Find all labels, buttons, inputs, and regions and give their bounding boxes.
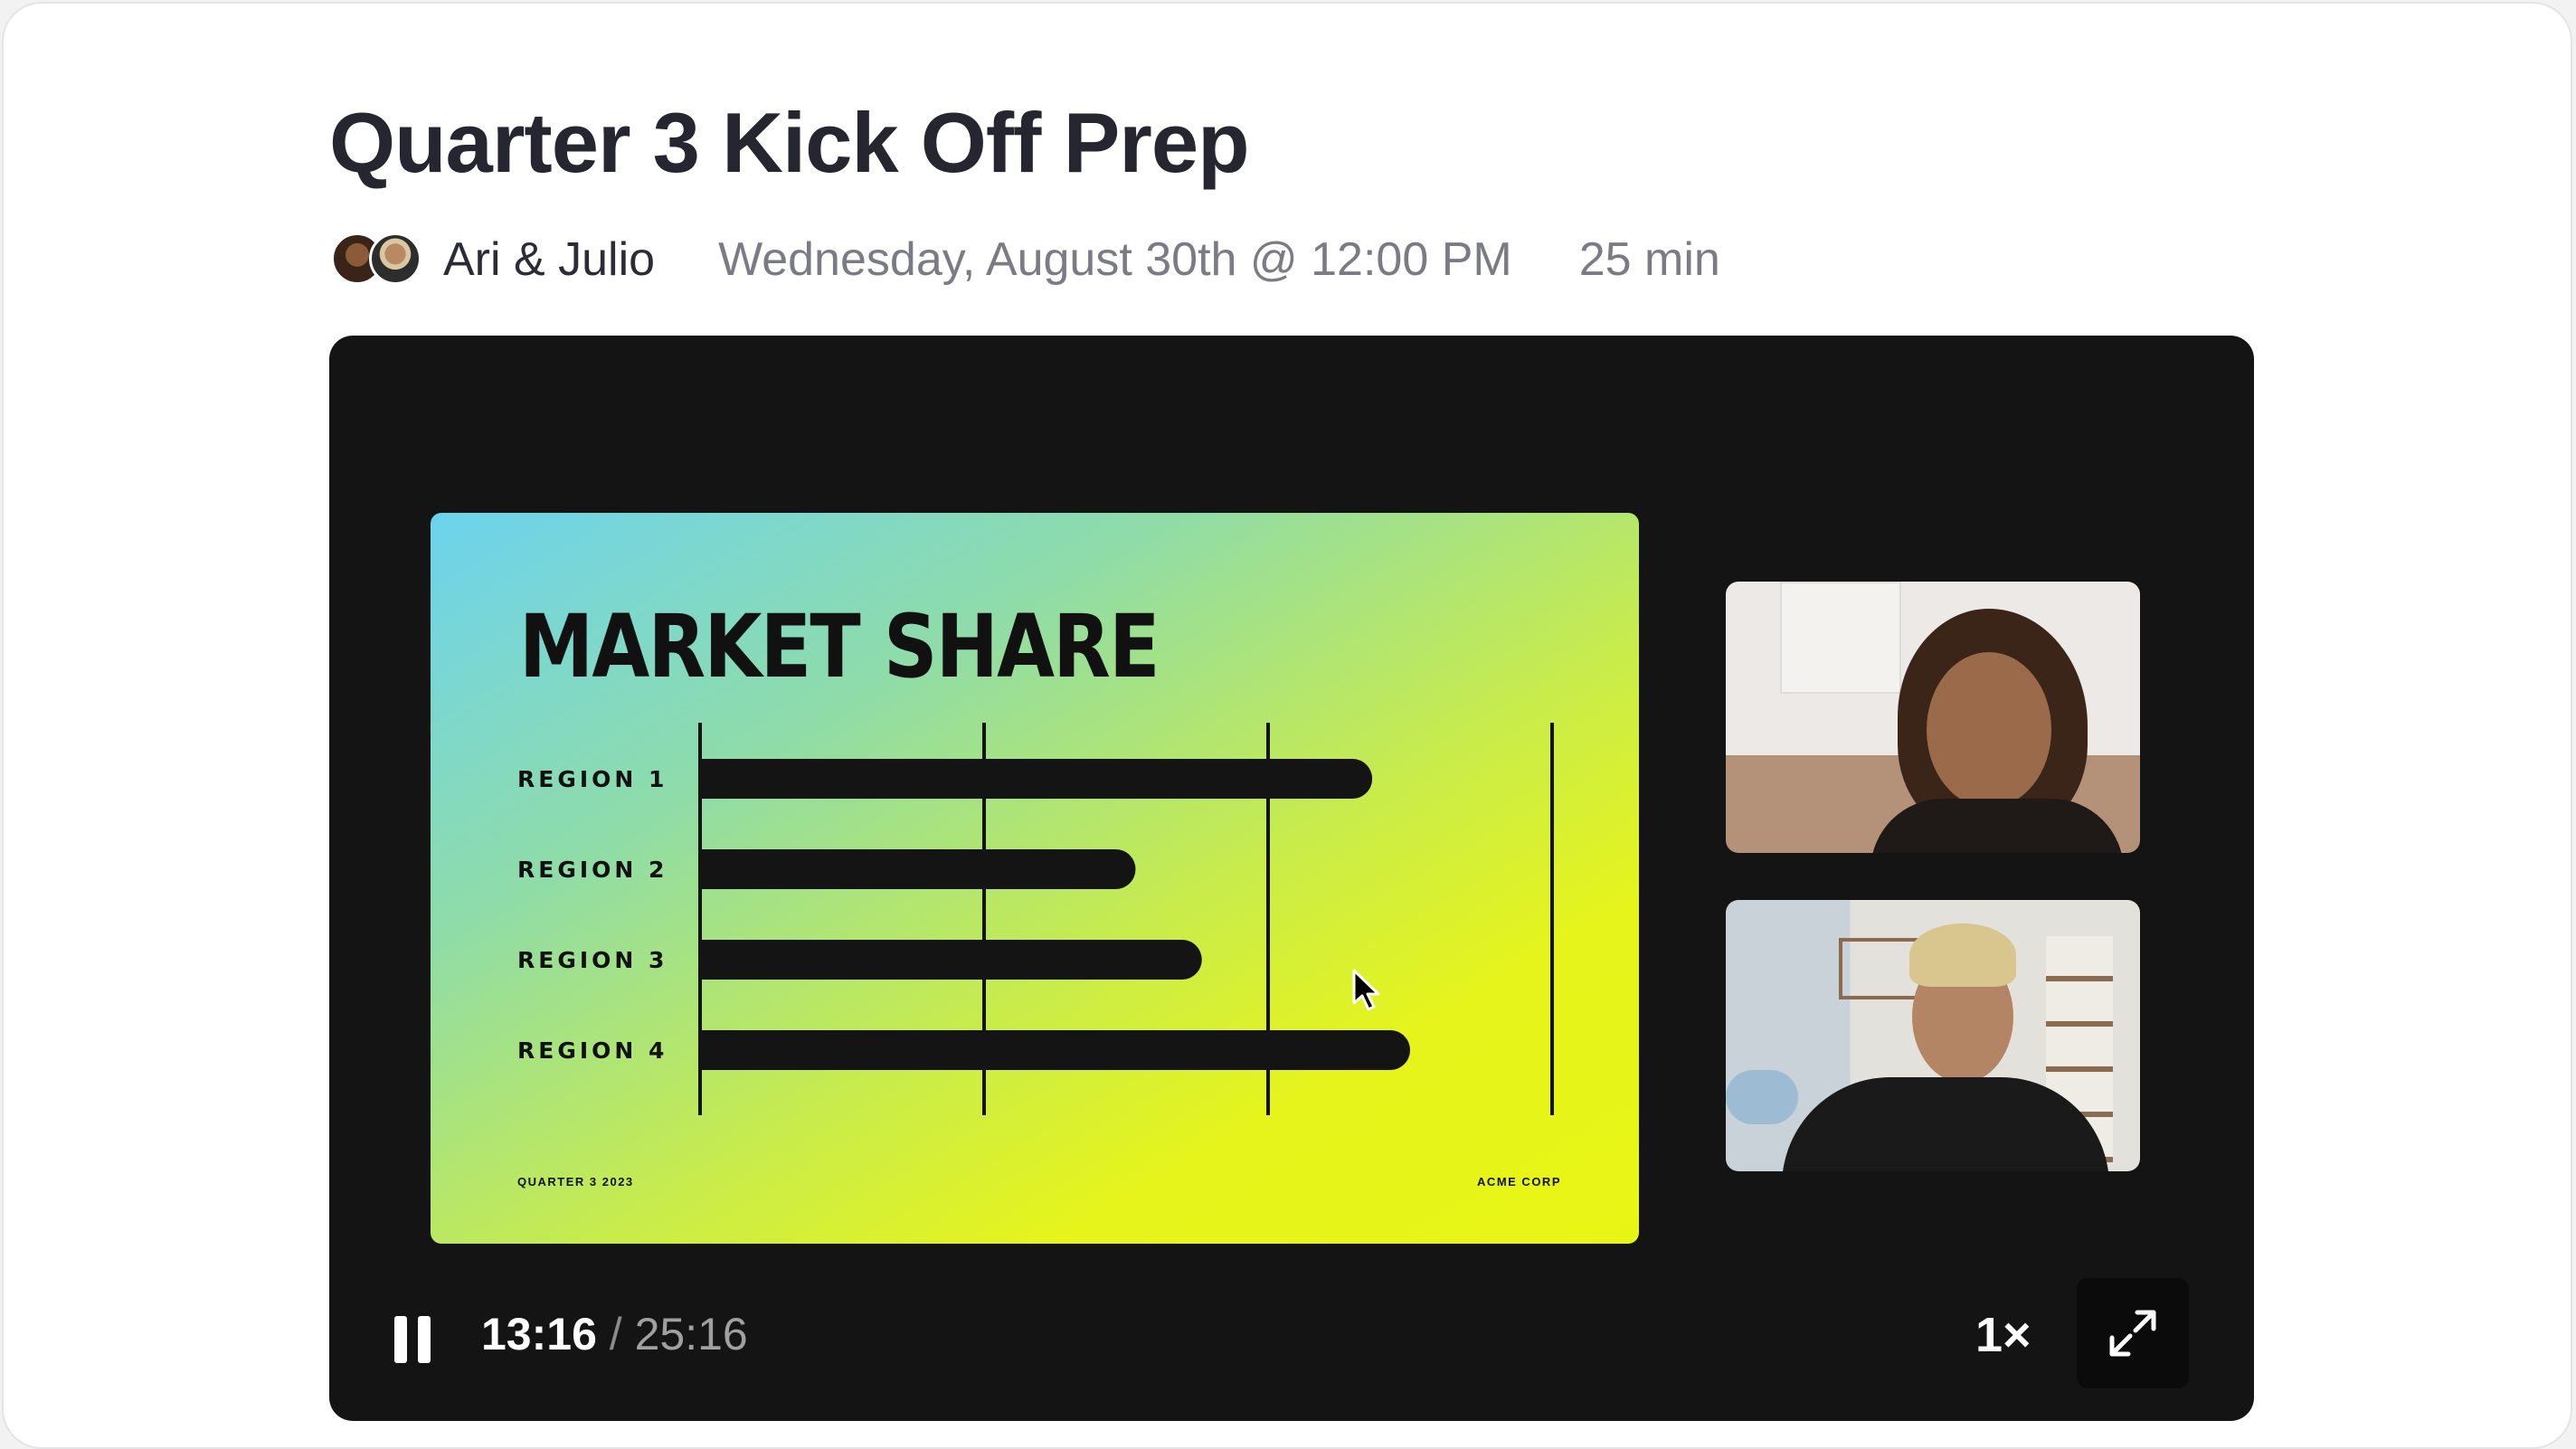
current-time: 13:16 <box>481 1309 597 1359</box>
playback-time: 13:16 / 25:16 <box>481 1308 748 1360</box>
torso <box>1870 799 2124 853</box>
bar-region-4 <box>700 1030 1410 1070</box>
category-label: REGION 1 <box>517 766 668 792</box>
time-separator: / <box>609 1309 622 1359</box>
category-label: REGION 4 <box>517 1037 668 1064</box>
meeting-duration: 25 min <box>1578 233 1720 286</box>
slide-footer-date: QUARTER 3 2023 <box>517 1175 634 1189</box>
fullscreen-button[interactable] <box>2077 1278 2189 1388</box>
slide-footer-company: ACME CORP <box>1477 1175 1561 1189</box>
meeting-card: Quarter 3 Kick Off Prep Ari & Julio Wedn… <box>2 2 2572 1449</box>
mouse-pointer-icon <box>1352 969 1380 1011</box>
participant-video-julio[interactable] <box>1726 900 2140 1171</box>
playback-speed-button[interactable]: 1× <box>1975 1307 2031 1363</box>
host-avatars <box>331 231 429 289</box>
bar-base <box>700 849 740 889</box>
meeting-title: Quarter 3 Kick Off Prep <box>329 95 1250 190</box>
pause-icon <box>394 1316 407 1363</box>
shared-slide: MARKET SHARE REGION 1 REGION 2 REGION 3 REG… <box>431 513 1639 1244</box>
meeting-datetime: Wednesday, August 30th @ 12:00 PM <box>718 233 1512 286</box>
pause-icon <box>418 1316 431 1363</box>
expand-icon <box>2109 1310 2156 1357</box>
host-names: Ari & Julio <box>443 233 656 286</box>
participant-video-ari[interactable] <box>1726 582 2140 853</box>
bar-region-1 <box>700 759 1373 799</box>
bar-region-2 <box>700 849 1136 889</box>
market-share-chart: REGION 1 REGION 2 REGION 3 REGION 4 <box>517 723 1554 1115</box>
background-frame <box>1780 582 1901 694</box>
total-time: 25:16 <box>634 1309 748 1359</box>
pause-button[interactable] <box>389 1312 436 1367</box>
face <box>1927 652 2051 808</box>
bar-region-3 <box>700 940 1202 980</box>
bar-base <box>700 940 740 980</box>
hair <box>1909 923 2016 987</box>
video-player[interactable]: MARKET SHARE REGION 1 REGION 2 REGION 3 REG… <box>329 336 2254 1421</box>
background-pillow <box>1726 1070 1798 1124</box>
bar-base <box>700 759 740 799</box>
bar-base <box>700 1030 740 1070</box>
category-label: REGION 3 <box>517 947 668 973</box>
category-label: REGION 2 <box>517 857 668 883</box>
meeting-meta: Ari & Julio Wednesday, August 30th @ 12:… <box>331 228 1720 291</box>
avatar-julio <box>369 232 421 285</box>
